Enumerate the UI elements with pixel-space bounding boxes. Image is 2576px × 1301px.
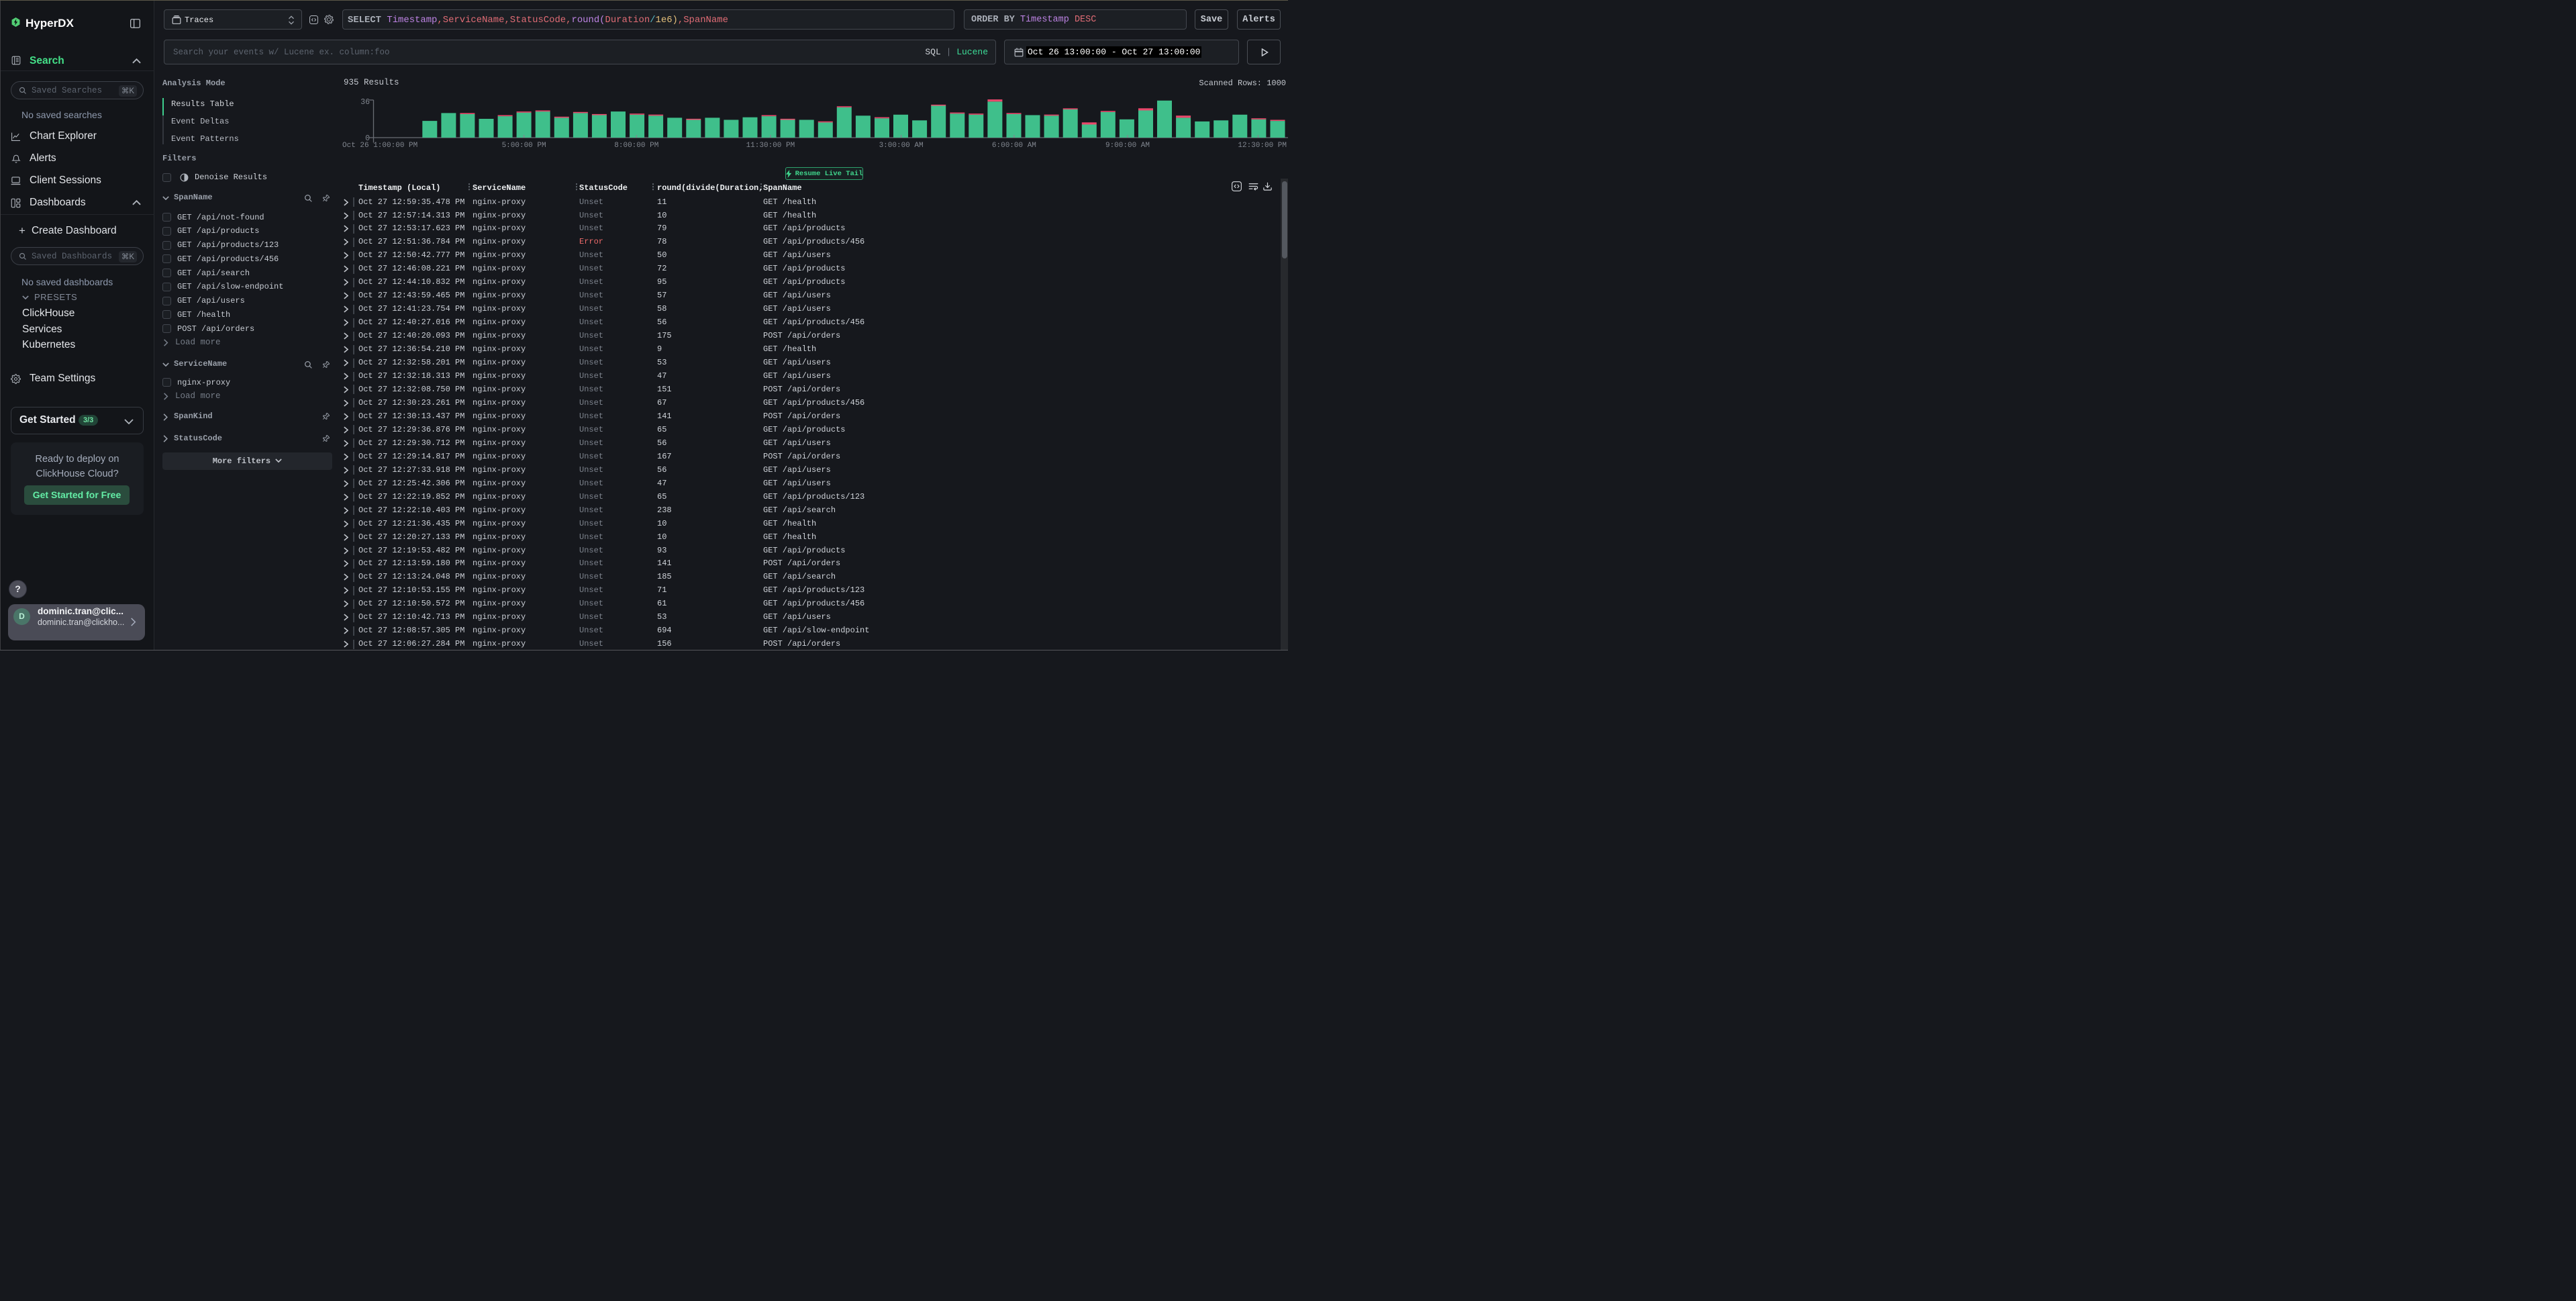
svg-text:8:00:00 PM: 8:00:00 PM xyxy=(614,142,658,150)
svg-text:Oct 26 1:00:00 PM: Oct 26 1:00:00 PM xyxy=(342,142,417,150)
svg-text:5:00:00 PM: 5:00:00 PM xyxy=(502,142,546,150)
svg-text:6:00:00 AM: 6:00:00 AM xyxy=(992,142,1036,150)
svg-text:12:30:00 PM: 12:30:00 PM xyxy=(1238,142,1287,150)
svg-text:36: 36 xyxy=(360,98,370,107)
svg-text:9:00:00 AM: 9:00:00 AM xyxy=(1105,142,1150,150)
svg-text:3:00:00 AM: 3:00:00 AM xyxy=(879,142,924,150)
svg-text:11:30:00 PM: 11:30:00 PM xyxy=(746,142,795,150)
